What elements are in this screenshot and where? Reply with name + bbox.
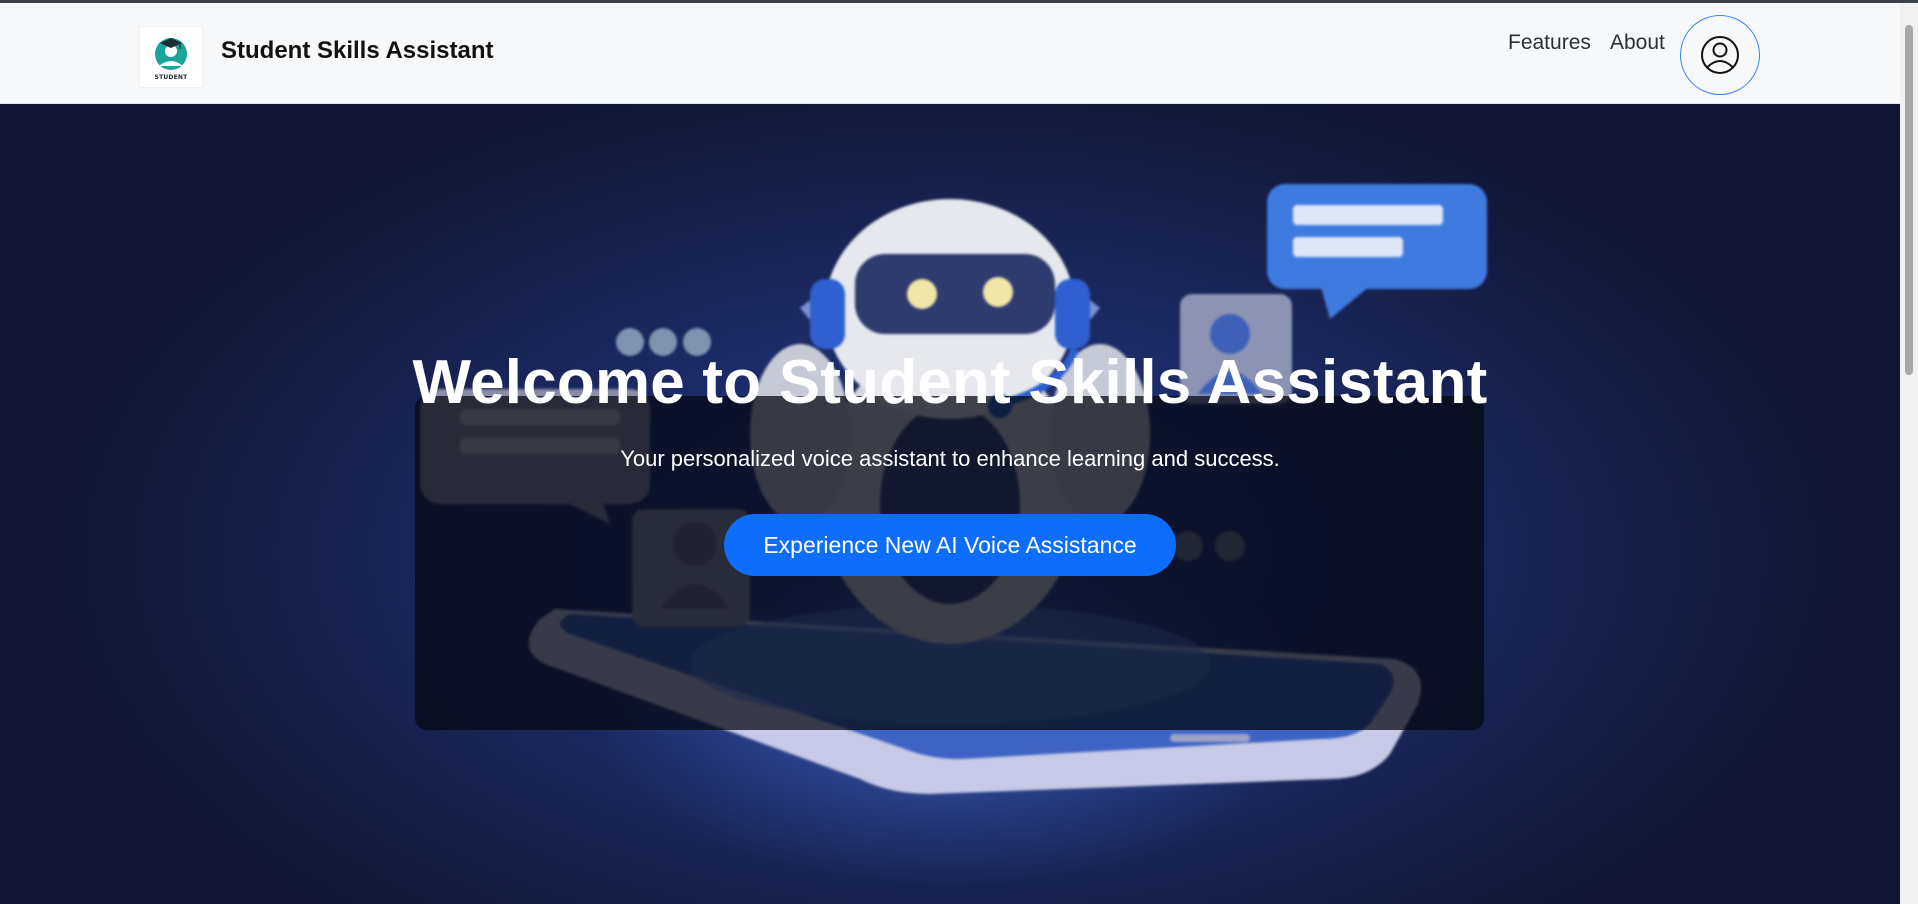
brand-name[interactable]: Student Skills Assistant	[221, 37, 494, 65]
hero-subtitle: Your personalized voice assistant to enh…	[620, 446, 1280, 471]
brand-logo[interactable]: STUDENT	[139, 26, 203, 88]
user-circle-icon	[1701, 36, 1739, 74]
nav-link-about[interactable]: About	[1610, 31, 1665, 55]
logo-text: STUDENT	[154, 73, 188, 81]
nav-link-features[interactable]: Features	[1508, 31, 1591, 55]
navbar: STUDENT Student Skills Assistant Feature…	[0, 3, 1900, 104]
profile-button[interactable]	[1680, 15, 1760, 95]
hero-section	[0, 104, 1900, 904]
vertical-scrollbar[interactable]	[1900, 3, 1918, 904]
experience-ai-voice-button[interactable]: Experience New AI Voice Assistance	[724, 514, 1176, 576]
scrollbar-thumb[interactable]	[1905, 25, 1913, 375]
graduate-logo-icon	[155, 37, 187, 70]
hero-title: Welcome to Student Skills Assistant	[412, 348, 1488, 417]
